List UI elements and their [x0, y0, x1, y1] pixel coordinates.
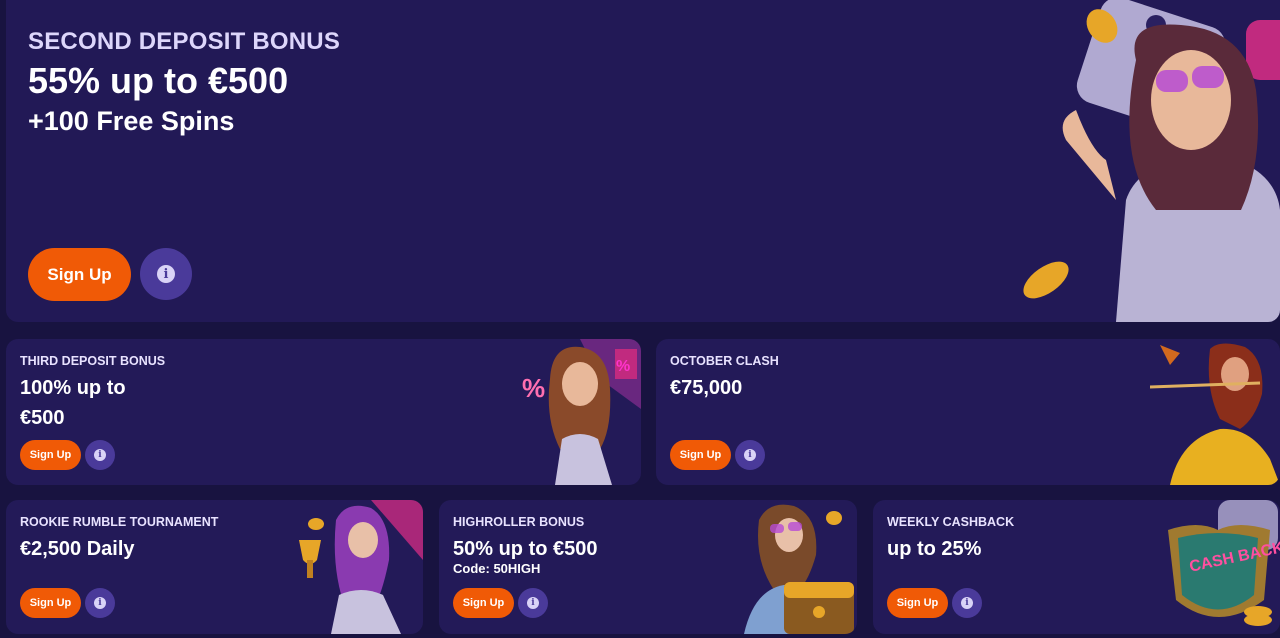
- promo-eyebrow: THIRD DEPOSIT BONUS: [20, 354, 166, 368]
- promo-card-october-clash: OCTOBER CLASH €75,000 Sign Up i: [656, 339, 1280, 485]
- third-deposit-signup-button[interactable]: Sign Up: [20, 440, 81, 470]
- cashback-shield-illustration: CASH BACK: [1168, 500, 1280, 626]
- info-icon: i: [157, 265, 175, 283]
- promo-card-rookie-rumble: ROOKIE RUMBLE TOURNAMENT €2,500 Daily Si…: [6, 500, 423, 634]
- promo-title: 50% up to €500: [453, 538, 598, 560]
- promo-title-line-2: €500: [20, 407, 65, 429]
- promo-eyebrow: WEEKLY CASHBACK: [887, 515, 1015, 529]
- treasure-chest-illustration: [744, 504, 854, 634]
- promo-eyebrow: OCTOBER CLASH: [670, 354, 779, 368]
- hero-character-illustration: [1023, 0, 1280, 322]
- hero-eyebrow: SECOND DEPOSIT BONUS: [28, 28, 341, 55]
- rookie-rumble-info-button[interactable]: i: [85, 588, 115, 618]
- promo-eyebrow: ROOKIE RUMBLE TOURNAMENT: [20, 515, 219, 529]
- svg-text:%: %: [616, 358, 630, 375]
- flute-player-illustration: [1150, 343, 1280, 485]
- info-icon: i: [94, 597, 106, 609]
- trophy-goddess-illustration: [299, 500, 423, 634]
- promo-card-third-deposit: THIRD DEPOSIT BONUS 100% up to €500 Sign…: [6, 339, 641, 485]
- goddess-illustration: % %: [522, 339, 641, 485]
- info-icon: i: [744, 449, 756, 461]
- promo-title: €2,500 Daily: [20, 538, 135, 560]
- hero-title: 55% up to €500: [28, 60, 289, 101]
- promo-card-highroller: HIGHROLLER BONUS 50% up to €500 Code: 50…: [439, 500, 857, 634]
- info-icon: i: [527, 597, 539, 609]
- hero-subtitle: +100 Free Spins: [28, 106, 235, 136]
- promo-title: 100% up to €500: [20, 373, 126, 433]
- info-icon: i: [961, 597, 973, 609]
- hero-info-button[interactable]: i: [140, 248, 192, 300]
- info-icon: i: [94, 449, 106, 461]
- october-clash-signup-button[interactable]: Sign Up: [670, 440, 731, 470]
- promo-card-weekly-cashback: WEEKLY CASHBACK up to 25% Sign Up i CASH…: [873, 500, 1280, 634]
- promo-eyebrow: HIGHROLLER BONUS: [453, 515, 585, 529]
- promo-title: up to 25%: [887, 538, 982, 560]
- hero-banner: SECOND DEPOSIT BONUS 55% up to €500 +100…: [6, 0, 1280, 322]
- highroller-signup-button[interactable]: Sign Up: [453, 588, 514, 618]
- weekly-cashback-signup-button[interactable]: Sign Up: [887, 588, 948, 618]
- hero-signup-button[interactable]: Sign Up: [28, 248, 131, 301]
- svg-text:%: %: [522, 373, 545, 403]
- october-clash-info-button[interactable]: i: [735, 440, 765, 470]
- highroller-info-button[interactable]: i: [518, 588, 548, 618]
- third-deposit-info-button[interactable]: i: [85, 440, 115, 470]
- rookie-rumble-signup-button[interactable]: Sign Up: [20, 588, 81, 618]
- promo-title-line-1: 100% up to: [20, 377, 126, 399]
- weekly-cashback-info-button[interactable]: i: [952, 588, 982, 618]
- promo-code: Code: 50HIGH: [453, 561, 541, 576]
- promo-title: €75,000: [670, 377, 743, 399]
